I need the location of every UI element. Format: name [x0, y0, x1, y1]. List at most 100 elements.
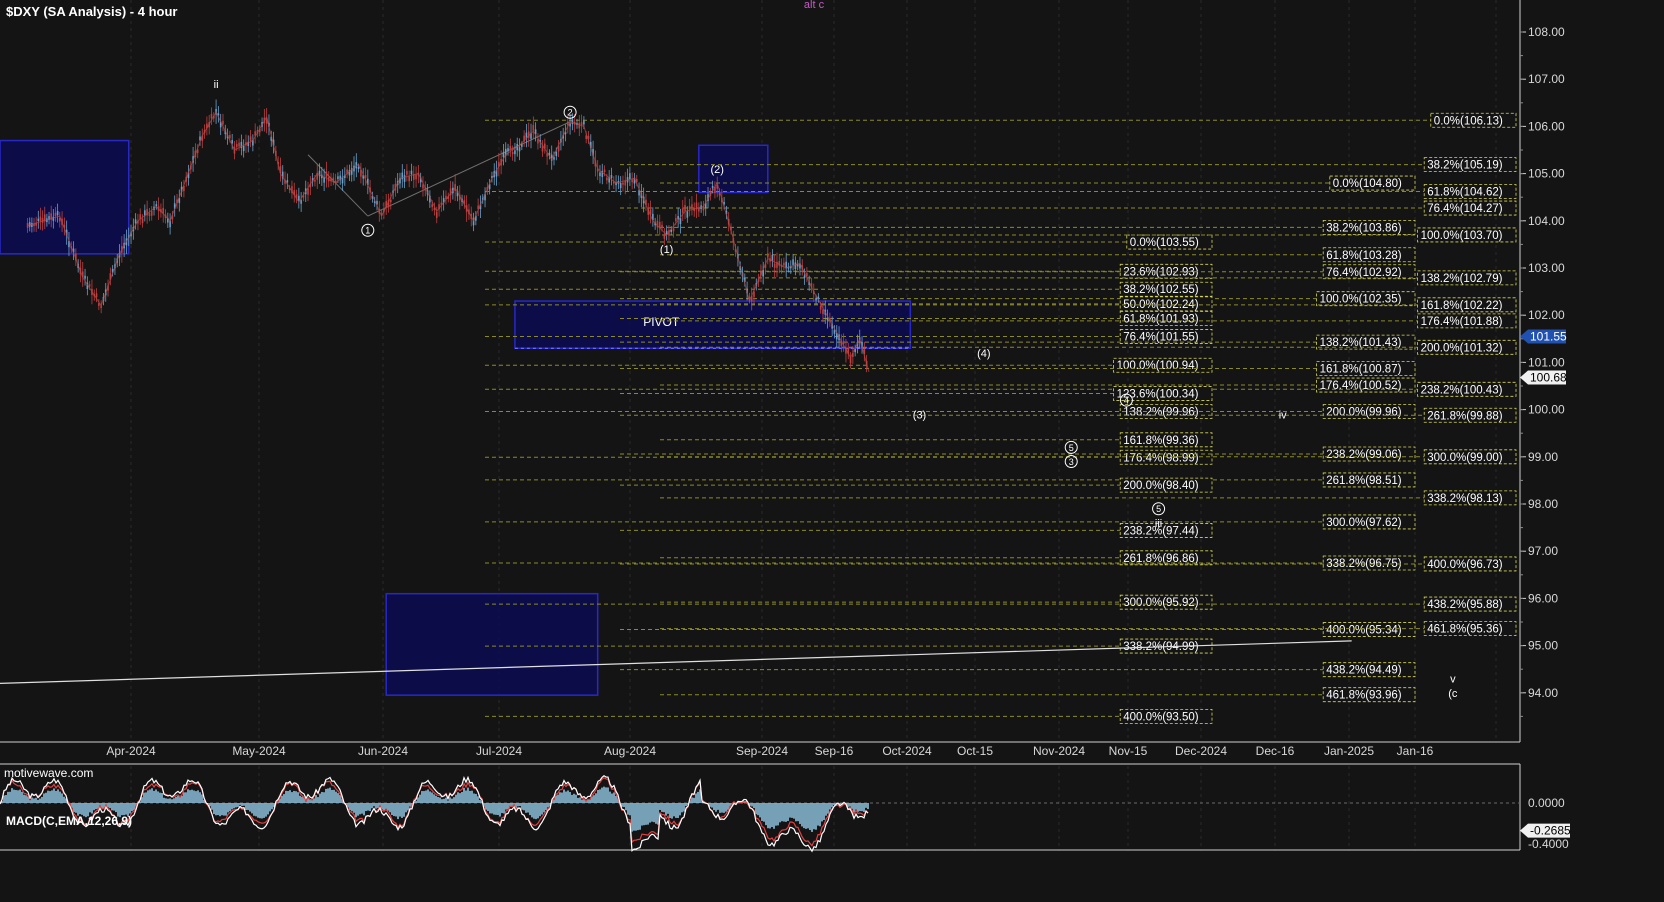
- candle-body: [691, 204, 693, 208]
- candle-body: [300, 200, 302, 204]
- candle-body: [603, 169, 606, 173]
- fib-label: 100.0%(103.70): [1421, 230, 1503, 242]
- alt-c-label: alt c: [804, 0, 825, 11]
- wave-label: 5: [1069, 443, 1074, 453]
- candle-body: [606, 177, 608, 181]
- candle-body: [39, 216, 42, 221]
- candle-body: [235, 144, 238, 147]
- wave-label: ii: [214, 79, 219, 91]
- candle-body: [783, 262, 785, 266]
- fib-label: 161.8%(100.87): [1320, 364, 1402, 376]
- wave-label: iv: [1279, 409, 1287, 421]
- wave-label: (2): [710, 164, 723, 176]
- y-tick-label: 96.00: [1528, 591, 1558, 605]
- fib-label: 300.0%(95.92): [1123, 597, 1199, 609]
- y-tick-label: 97.00: [1528, 544, 1558, 558]
- candle-body: [298, 195, 300, 201]
- chart-canvas: PIVOT 0.0%(106.13) 38.2%(105.19) 0.0%(104.…: [0, 0, 1664, 902]
- candle-body: [507, 148, 509, 152]
- fib-label: 61.8%(103.28): [1326, 250, 1402, 262]
- candle-body: [238, 142, 240, 147]
- candle-body: [286, 180, 289, 183]
- macd-tick-label: -0.4000: [1528, 837, 1569, 851]
- fib-label: 161.8%(99.36): [1123, 435, 1199, 447]
- fib-label: 438.2%(94.49): [1326, 665, 1402, 677]
- macd-current-label: -0.2685: [1530, 824, 1571, 838]
- fib-label: 261.8%(98.51): [1326, 475, 1402, 487]
- fib-label: 300.0%(97.62): [1326, 517, 1402, 529]
- candle-body: [415, 174, 417, 180]
- fib-label: 61.8%(104.62): [1427, 187, 1503, 199]
- candle-body: [242, 145, 245, 152]
- candle-body: [555, 151, 558, 157]
- fib-label: 76.4%(102.92): [1326, 267, 1402, 279]
- y-tick-label: 103.00: [1528, 261, 1565, 275]
- x-tick-label: Jun-2024: [358, 744, 408, 758]
- wave-label: (3): [913, 409, 926, 421]
- candle-body: [819, 305, 822, 310]
- wave-label: 1: [365, 226, 370, 236]
- wave-label: iii: [1155, 518, 1162, 530]
- fib-label: 38.2%(105.19): [1427, 160, 1503, 172]
- wave-label: v: [1450, 674, 1456, 686]
- candle-body: [803, 275, 806, 278]
- x-tick-label: Jan-2025: [1324, 744, 1374, 758]
- candle-body: [663, 234, 666, 239]
- fib-label: 400.0%(93.50): [1123, 711, 1199, 723]
- target-zone: [385, 592, 599, 696]
- fib-label: 400.0%(96.73): [1427, 559, 1503, 571]
- x-tick-label: Aug-2024: [604, 744, 656, 758]
- price-tag-label: 101.55: [1530, 329, 1567, 343]
- fib-label: 176.4%(100.52): [1320, 380, 1402, 392]
- candle-body: [514, 150, 516, 155]
- candle-body: [325, 171, 328, 178]
- candle-body: [822, 309, 824, 314]
- candle-body: [31, 222, 33, 228]
- target-zone: [514, 300, 912, 349]
- x-tick-label: Jul-2024: [476, 744, 522, 758]
- fib-label: 138.2%(99.96): [1123, 406, 1199, 418]
- x-tick-label: Dec-16: [1256, 744, 1295, 758]
- candle-body: [631, 179, 633, 183]
- fib-label: 438.2%(95.88): [1427, 599, 1503, 611]
- candle-body: [766, 253, 769, 258]
- y-tick-label: 99.00: [1528, 450, 1558, 464]
- candle-body: [509, 145, 512, 150]
- price-tag-label: 100.68: [1530, 371, 1567, 385]
- y-tick-label: 106.00: [1528, 119, 1565, 133]
- x-tick-label: Oct-2024: [882, 744, 932, 758]
- fib-label: 161.8%(102.22): [1421, 300, 1503, 312]
- fib-label: 200.0%(101.32): [1421, 342, 1503, 354]
- fib-label: 300.0%(99.00): [1427, 452, 1503, 464]
- fib-label: 76.4%(104.27): [1427, 203, 1503, 215]
- candle-body: [54, 212, 57, 216]
- candle-body: [580, 122, 583, 126]
- candle-body: [337, 176, 339, 180]
- fib-label: 0.0%(106.13): [1434, 115, 1503, 127]
- candle-body: [681, 208, 684, 213]
- candle-body: [357, 166, 360, 170]
- candle-body: [688, 206, 691, 210]
- candle-body: [511, 151, 514, 155]
- wave-label: 5: [1156, 504, 1161, 514]
- x-tick-label: Sep-16: [815, 744, 854, 758]
- candle-body: [619, 183, 622, 189]
- y-tick-label: 98.00: [1528, 497, 1558, 511]
- candle-body: [815, 297, 817, 301]
- fib-label: 200.0%(99.96): [1326, 406, 1402, 418]
- candle-body: [314, 179, 316, 182]
- x-tick-label: Nov-15: [1109, 744, 1148, 758]
- candle-body: [169, 220, 171, 228]
- x-tick-label: Apr-2024: [106, 744, 156, 758]
- y-tick-label: 100.00: [1528, 403, 1565, 417]
- fib-label: 238.2%(99.06): [1326, 449, 1402, 461]
- fib-label: 461.8%(95.36): [1427, 624, 1503, 636]
- fib-label: 100.0%(102.35): [1320, 294, 1402, 306]
- candle-body: [148, 213, 151, 217]
- candle-body: [553, 157, 555, 160]
- candle-body: [610, 175, 613, 179]
- wave-label: (4): [977, 348, 990, 360]
- wave-label: 3: [1069, 457, 1074, 467]
- candle-body: [134, 219, 137, 224]
- candle-body: [578, 122, 581, 129]
